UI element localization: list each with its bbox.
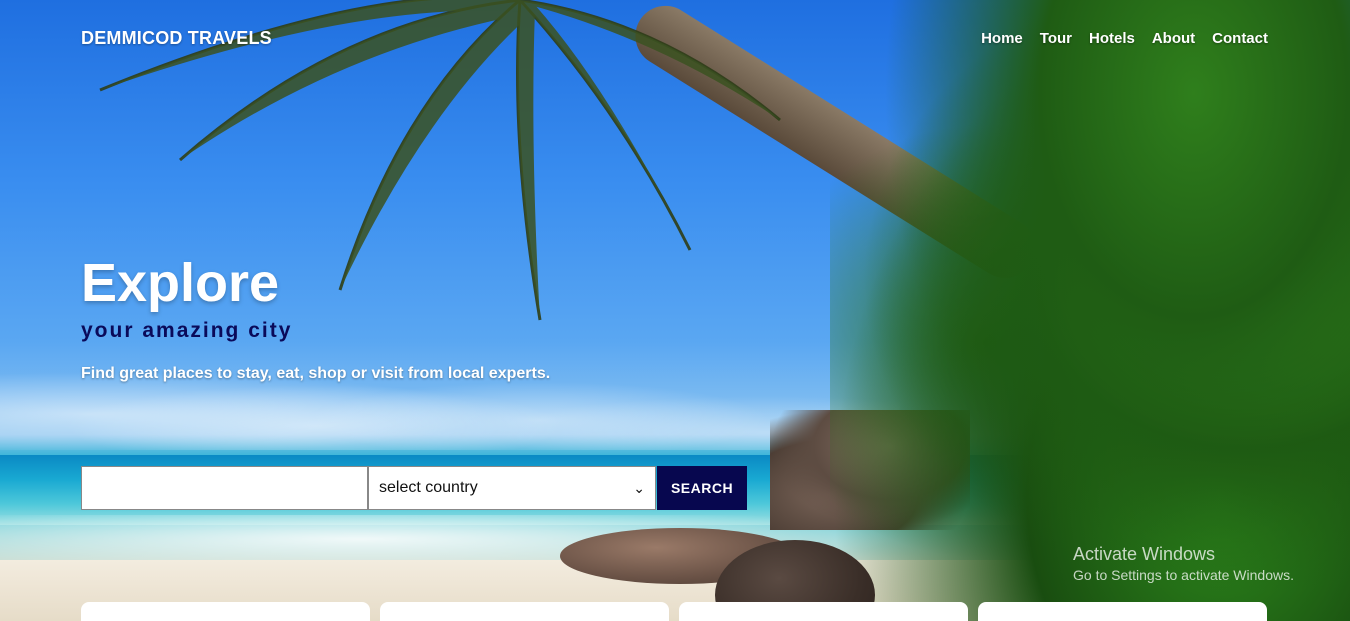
country-select[interactable]: select country ⌄ [368, 466, 656, 510]
hero-title: Explore [81, 253, 280, 313]
background-foliage [830, 0, 1350, 621]
feature-card[interactable] [380, 602, 669, 621]
watermark-title: Activate Windows [1073, 544, 1216, 564]
feature-card[interactable] [81, 602, 370, 621]
search-button[interactable]: SEARCH [657, 466, 747, 510]
navbar: DEMMICOD TRAVELS Home Tour Hotels About … [0, 0, 1350, 78]
nav-link-about[interactable]: About [1152, 30, 1195, 47]
nav-link-contact[interactable]: Contact [1212, 30, 1268, 47]
country-select-value: select country [379, 479, 478, 496]
search-form: select country ⌄ SEARCH [81, 466, 747, 510]
feature-card[interactable] [978, 602, 1267, 621]
nav-link-hotels[interactable]: Hotels [1089, 30, 1135, 47]
hero-subtitle: your amazing city [81, 319, 293, 342]
nav-link-home[interactable]: Home [981, 30, 1023, 47]
search-input[interactable] [81, 466, 368, 510]
hero-tagline: Find great places to stay, eat, shop or … [81, 365, 551, 382]
brand-logo[interactable]: DEMMICOD TRAVELS [81, 28, 272, 49]
chevron-down-icon: ⌄ [633, 479, 645, 496]
watermark-subtitle: Go to Settings to activate Windows. [1073, 567, 1294, 583]
nav-links: Home Tour Hotels About Contact [981, 30, 1268, 47]
hero-section: DEMMICOD TRAVELS Home Tour Hotels About … [0, 0, 1350, 621]
nav-link-tour[interactable]: Tour [1040, 30, 1072, 47]
feature-card[interactable] [679, 602, 968, 621]
activate-windows-watermark: Activate Windows Go to Settings to activ… [1073, 544, 1294, 583]
